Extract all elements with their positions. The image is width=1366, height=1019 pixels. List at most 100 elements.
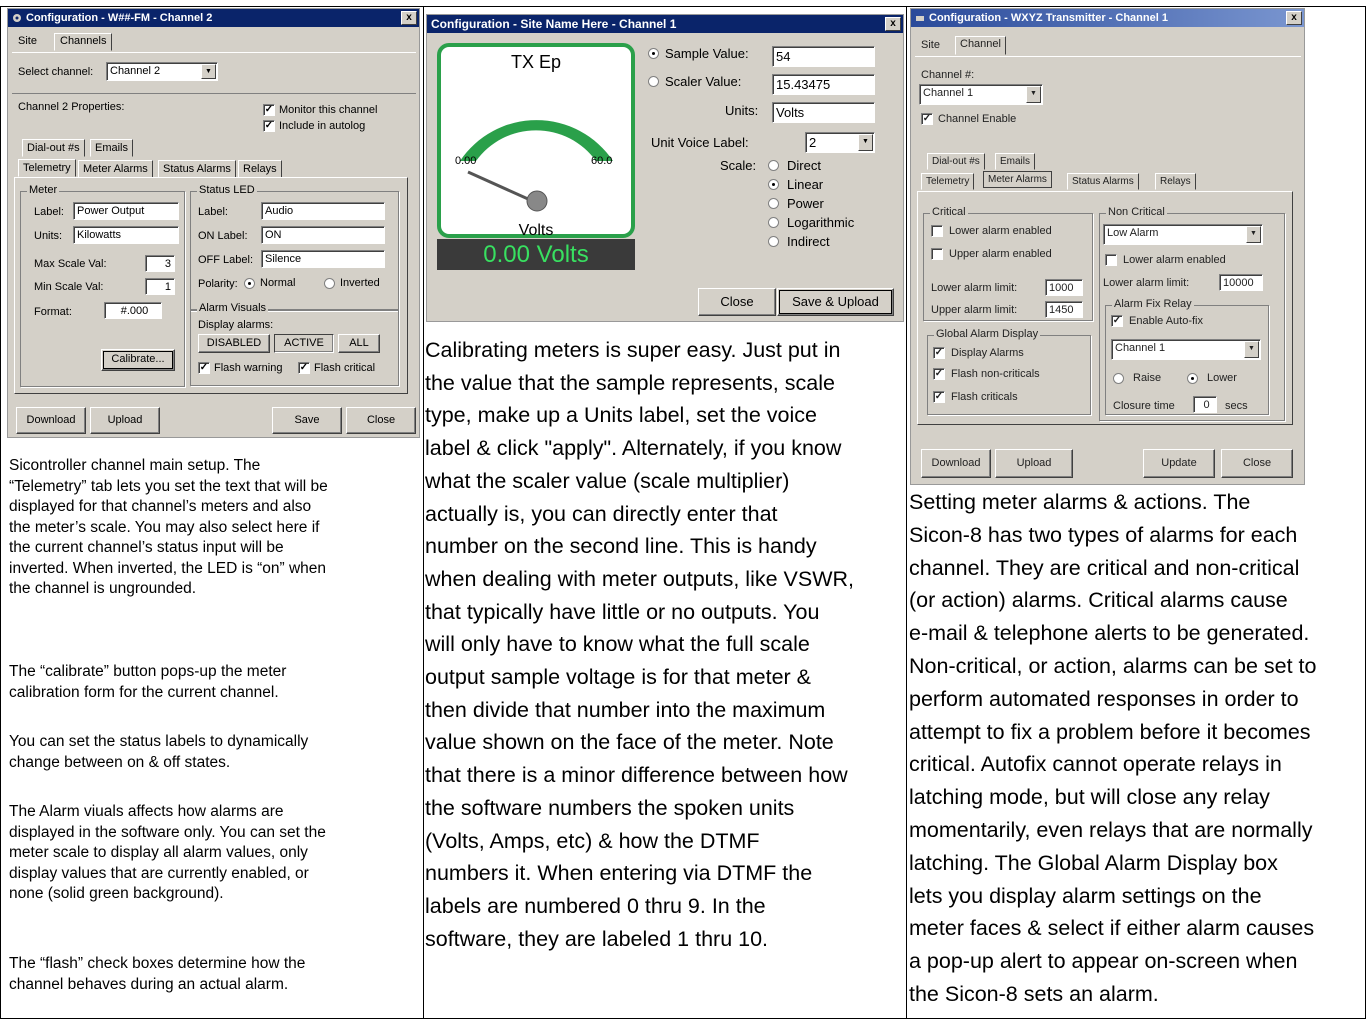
scale-power-label: Power [787, 196, 824, 211]
tab-site[interactable]: Site [18, 35, 37, 47]
chevron-down-icon[interactable]: ▼ [201, 64, 216, 79]
scale-linear-radio[interactable] [768, 179, 779, 190]
polarity-normal-radio[interactable] [244, 278, 255, 289]
close-icon[interactable]: x [1286, 11, 1302, 25]
upper-limit-field[interactable]: 1450 [1045, 301, 1083, 318]
chevron-down-icon[interactable]: ▼ [1244, 341, 1259, 358]
calibrate-button[interactable]: Calibrate... [101, 349, 175, 371]
tab-relays[interactable]: Relays [238, 160, 282, 178]
flash-criticals-label: Flash criticals [951, 391, 1018, 403]
lower-limit-field[interactable]: 1000 [1045, 279, 1083, 296]
flash-warning-checkbox[interactable]: ✓ [198, 362, 210, 374]
scale-direct-radio[interactable] [768, 160, 779, 171]
fix-channel-select[interactable]: Channel 1 ▼ [1111, 339, 1261, 360]
scale-power-radio[interactable] [768, 198, 779, 209]
download-button[interactable]: Download [16, 407, 86, 434]
download-button[interactable]: Download [921, 449, 991, 478]
right-description: Setting meter alarms & actions. The Sicon… [909, 490, 1317, 1006]
scale-indirect-radio[interactable] [768, 236, 779, 247]
tab-meter-alarms[interactable]: Meter Alarms [983, 171, 1052, 188]
monitor-label: Monitor this channel [279, 104, 378, 116]
label-field[interactable]: Power Output [73, 202, 179, 220]
nc-lower-alarm-checkbox[interactable] [1105, 254, 1117, 266]
upper-alarm-checkbox[interactable] [931, 248, 943, 260]
tab-emails[interactable]: Emails [995, 153, 1036, 170]
channel-select[interactable]: Channel 1 ▼ [919, 84, 1043, 105]
tab-telemetry[interactable]: Telemetry [18, 159, 76, 177]
scale-log-radio[interactable] [768, 217, 779, 228]
disabled-button[interactable]: DISABLED [198, 334, 270, 353]
all-button[interactable]: ALL [338, 334, 380, 353]
display-alarms-checkbox[interactable]: ✓ [933, 347, 945, 359]
channel-number-label: Channel #: [921, 69, 975, 81]
chevron-down-icon[interactable]: ▼ [858, 134, 873, 151]
close-button[interactable]: Close [698, 288, 776, 316]
upper-alarm-enabled-label: Upper alarm enabled [949, 248, 1052, 260]
meter-readout: 0.00 Volts [437, 239, 635, 270]
channel-select[interactable]: Channel 2 ▼ [106, 62, 218, 81]
window-title: Configuration - W##-FM - Channel 2 [26, 12, 213, 24]
closure-time-field[interactable]: 0 [1193, 396, 1217, 413]
off-label-field[interactable]: Silence [261, 250, 385, 268]
lower-alarm-checkbox[interactable] [931, 225, 943, 237]
max-scale-field[interactable]: 3 [145, 255, 175, 272]
scaler-value-radio[interactable] [648, 76, 659, 87]
flash-noncriticals-checkbox[interactable]: ✓ [933, 368, 945, 380]
tab-site[interactable]: Site [921, 39, 940, 51]
close-button[interactable]: Close [346, 407, 416, 434]
sample-value-field[interactable]: 54 [772, 46, 875, 67]
tab-dialout[interactable]: Dial-out #s [22, 139, 85, 157]
upload-button[interactable]: Upload [995, 449, 1073, 478]
close-icon[interactable]: x [885, 17, 901, 31]
window-title: Configuration - Site Name Here - Channel… [431, 17, 677, 31]
non-critical-select[interactable]: Low Alarm ▼ [1103, 224, 1263, 245]
scale-direct-label: Direct [787, 158, 821, 173]
raise-radio[interactable] [1113, 373, 1124, 384]
save-upload-button[interactable]: Save & Upload [777, 288, 894, 316]
units-field[interactable]: Volts [772, 102, 875, 123]
enable-autofix-checkbox[interactable]: ✓ [1111, 315, 1123, 327]
polarity-inverted-radio[interactable] [324, 278, 335, 289]
update-button[interactable]: Update [1143, 449, 1215, 478]
upper-limit-label: Upper alarm limit: [931, 304, 1018, 316]
close-icon[interactable]: x [401, 11, 417, 25]
chevron-down-icon[interactable]: ▼ [1026, 86, 1041, 103]
tab-relays[interactable]: Relays [1155, 173, 1196, 190]
sample-value-radio[interactable] [648, 48, 659, 59]
close-button[interactable]: Close [1221, 449, 1293, 478]
scaler-value-field[interactable]: 15.43475 [772, 74, 875, 95]
on-label-field[interactable]: ON [261, 226, 385, 244]
format-label: Format: [34, 306, 72, 318]
polarity-label: Polarity: [198, 278, 238, 290]
monitor-checkbox[interactable]: ✓ [263, 104, 275, 116]
chevron-down-icon[interactable]: ▼ [1246, 226, 1261, 243]
flash-criticals-checkbox[interactable]: ✓ [933, 391, 945, 403]
max-scale-label: Max Scale Val: [34, 258, 107, 270]
min-scale-label: Min Scale Val: [34, 281, 104, 293]
tab-status-alarms[interactable]: Status Alarms [1067, 173, 1139, 190]
tab-channels[interactable]: Channels [54, 33, 113, 51]
title-bar: Configuration - WXYZ Transmitter - Chann… [911, 9, 1304, 27]
format-field[interactable]: #.000 [104, 302, 162, 319]
tab-telemetry[interactable]: Telemetry [921, 173, 975, 190]
lower-radio[interactable] [1187, 373, 1198, 384]
off-label-label: OFF Label: [198, 254, 254, 266]
tab-status-alarms[interactable]: Status Alarms [158, 160, 236, 178]
led-label-field[interactable]: Audio [261, 202, 385, 220]
tab-channel[interactable]: Channel [955, 36, 1006, 55]
tab-meter-alarms[interactable]: Meter Alarms [78, 160, 153, 178]
active-button[interactable]: ACTIVE [274, 334, 334, 353]
flash-critical-label: Flash critical [314, 362, 376, 374]
tab-emails[interactable]: Emails [90, 139, 134, 157]
autolog-checkbox[interactable]: ✓ [263, 120, 275, 132]
save-button[interactable]: Save [272, 407, 342, 434]
units-field[interactable]: Kilowatts [73, 226, 179, 244]
min-scale-field[interactable]: 1 [145, 278, 175, 295]
tab-dialout[interactable]: Dial-out #s [927, 153, 985, 170]
nc-lower-limit-field[interactable]: 10000 [1219, 274, 1263, 291]
upload-button[interactable]: Upload [90, 407, 160, 434]
flash-critical-checkbox[interactable]: ✓ [298, 362, 310, 374]
channel-enable-checkbox[interactable]: ✓ [921, 113, 933, 125]
voice-label-select[interactable]: 2 ▼ [805, 132, 875, 153]
scale-indirect-label: Indirect [787, 234, 830, 249]
